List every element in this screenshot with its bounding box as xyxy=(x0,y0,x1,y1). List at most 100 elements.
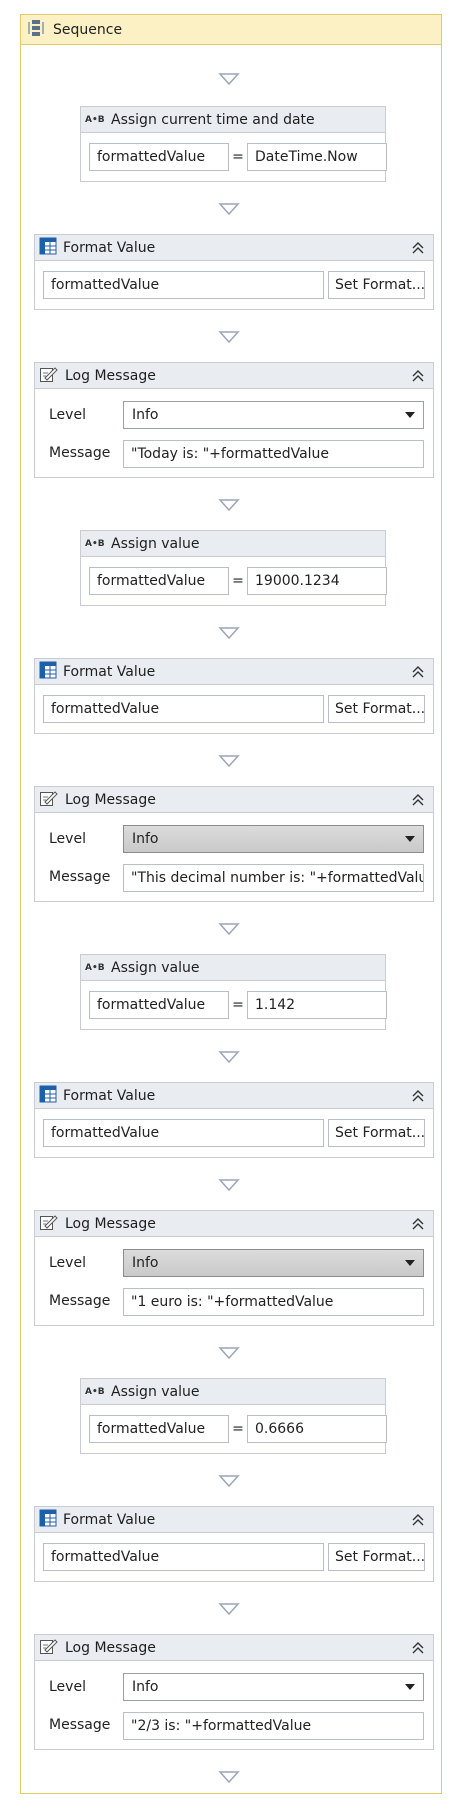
set-format-button[interactable]: Set Format... xyxy=(328,695,425,723)
collapse-chevron-icon[interactable] xyxy=(411,792,425,808)
assign-value-field[interactable]: 1.142 xyxy=(247,991,387,1019)
log-message-activity[interactable]: Log Message Level Info Message "Today is: "+… xyxy=(34,362,434,478)
collapse-chevron-icon[interactable] xyxy=(411,368,425,384)
assign-activity[interactable]: A•B Assign value formattedValue = 1.142 xyxy=(80,954,387,1030)
message-field[interactable]: "Today is: "+formattedValue xyxy=(123,440,424,468)
drop-arrow-icon[interactable] xyxy=(218,626,240,640)
drop-arrow-icon[interactable] xyxy=(218,1050,240,1064)
log-message-activity[interactable]: Log Message Level Info Message "1 euro is: "… xyxy=(34,1210,434,1326)
assign-value-field[interactable]: 0.6666 xyxy=(247,1415,387,1443)
svg-text:A•B: A•B xyxy=(85,1387,105,1396)
level-value: Info xyxy=(132,831,159,847)
level-dropdown[interactable]: Info xyxy=(123,1249,424,1277)
message-field[interactable]: "This decimal number is: "+formattedValu… xyxy=(123,864,424,892)
collapse-chevron-icon[interactable] xyxy=(411,1640,425,1656)
format-value-activity[interactable]: Format Value formattedValue Set Format... xyxy=(34,658,434,734)
activity-header[interactable]: A•B Assign value xyxy=(81,1379,385,1405)
drop-arrow-icon[interactable] xyxy=(218,1474,240,1488)
chevron-down-icon xyxy=(405,412,415,418)
collapse-chevron-icon[interactable] xyxy=(411,1088,425,1104)
drop-arrow-icon[interactable] xyxy=(218,202,240,216)
activity-title: Format Value xyxy=(63,1511,156,1528)
assign-to-field[interactable]: formattedValue xyxy=(89,1415,229,1443)
assign-value-field[interactable]: 19000.1234 xyxy=(247,567,387,595)
collapse-chevron-icon[interactable] xyxy=(411,1216,425,1232)
activity-header[interactable]: A•B Assign value xyxy=(81,955,385,981)
assign-to-field[interactable]: formattedValue xyxy=(89,991,229,1019)
drop-arrow-icon[interactable] xyxy=(218,1346,240,1360)
activity-header[interactable]: Log Message xyxy=(35,363,433,389)
collapse-chevron-icon[interactable] xyxy=(411,240,425,256)
message-field[interactable]: "2/3 is: "+formattedValue xyxy=(123,1712,424,1740)
assign-ab-icon: A•B xyxy=(85,536,105,552)
level-label: Level xyxy=(49,831,86,847)
assign-to-field[interactable]: formattedValue xyxy=(89,143,229,171)
sequence-title: Sequence xyxy=(53,21,123,38)
activity-header[interactable]: Format Value xyxy=(35,235,433,261)
message-label: Message xyxy=(49,1717,111,1733)
assign-value-field[interactable]: DateTime.Now xyxy=(247,143,387,171)
activity-title: Format Value xyxy=(63,663,156,680)
level-dropdown[interactable]: Info xyxy=(123,1673,424,1701)
collapse-chevron-icon[interactable] xyxy=(411,664,425,680)
equals-sign: = xyxy=(232,1421,244,1437)
assign-ab-icon: A•B xyxy=(85,960,105,976)
activity-header[interactable]: Log Message xyxy=(35,787,433,813)
assign-to-field[interactable]: formattedValue xyxy=(89,567,229,595)
activity-header[interactable]: A•B Assign value xyxy=(81,531,385,557)
assign-activity[interactable]: A•B Assign value formattedValue = 19000.1234 xyxy=(80,530,387,606)
level-value: Info xyxy=(132,1679,159,1695)
message-field[interactable]: "1 euro is: "+formattedValue xyxy=(123,1288,424,1316)
level-dropdown[interactable]: Info xyxy=(123,401,424,429)
set-format-button[interactable]: Set Format... xyxy=(328,1543,425,1571)
activity-header[interactable]: Format Value xyxy=(35,1083,433,1109)
level-label: Level xyxy=(49,1255,86,1271)
activity-header[interactable]: Format Value xyxy=(35,659,433,685)
activity-header[interactable]: A•B Assign current time and date xyxy=(81,107,385,133)
set-format-button[interactable]: Set Format... xyxy=(328,271,425,299)
format-value-activity[interactable]: Format Value formattedValue Set Format... xyxy=(34,1506,434,1582)
set-format-button[interactable]: Set Format... xyxy=(328,1119,425,1147)
level-label: Level xyxy=(49,407,86,423)
drop-arrow-icon[interactable] xyxy=(218,72,240,86)
variable-field[interactable]: formattedValue xyxy=(43,271,324,299)
variable-field[interactable]: formattedValue xyxy=(43,695,324,723)
format-value-activity[interactable]: Format Value formattedValue Set Format... xyxy=(34,234,434,310)
activity-title: Assign value xyxy=(111,959,200,976)
drop-arrow-icon[interactable] xyxy=(218,498,240,512)
assign-activity[interactable]: A•B Assign value formattedValue = 0.6666 xyxy=(80,1378,387,1454)
chevron-down-icon xyxy=(405,1260,415,1266)
format-value-grid-icon xyxy=(39,1509,57,1531)
message-label: Message xyxy=(49,869,111,885)
activity-title: Log Message xyxy=(65,367,156,384)
log-message-activity[interactable]: Log Message Level Info Message "2/3 is: "+fo… xyxy=(34,1634,434,1750)
activity-title: Format Value xyxy=(63,239,156,256)
drop-arrow-icon[interactable] xyxy=(218,754,240,768)
drop-arrow-icon[interactable] xyxy=(218,922,240,936)
drop-arrow-icon[interactable] xyxy=(218,330,240,344)
drop-arrow-icon[interactable] xyxy=(218,1602,240,1616)
format-value-grid-icon xyxy=(39,661,57,683)
sequence-header[interactable]: Sequence xyxy=(21,15,441,45)
collapse-chevron-icon[interactable] xyxy=(411,1512,425,1528)
format-value-activity[interactable]: Format Value formattedValue Set Format... xyxy=(34,1082,434,1158)
equals-sign: = xyxy=(232,573,244,589)
log-message-activity[interactable]: Log Message Level Info Message "This decimal… xyxy=(34,786,434,902)
log-message-icon xyxy=(39,1213,59,1235)
variable-field[interactable]: formattedValue xyxy=(43,1543,324,1571)
activity-header[interactable]: Log Message xyxy=(35,1211,433,1237)
drop-arrow-icon[interactable] xyxy=(218,1770,240,1784)
activity-header[interactable]: Log Message xyxy=(35,1635,433,1661)
svg-text:A•B: A•B xyxy=(85,539,105,548)
assign-activity[interactable]: A•B Assign current time and date formatted… xyxy=(80,106,387,182)
drop-arrow-icon[interactable] xyxy=(218,1178,240,1192)
variable-field[interactable]: formattedValue xyxy=(43,1119,324,1147)
chevron-down-icon xyxy=(405,836,415,842)
assign-ab-icon: A•B xyxy=(85,112,105,128)
svg-text:A•B: A•B xyxy=(85,115,105,124)
activity-title: Assign value xyxy=(111,535,200,552)
level-dropdown[interactable]: Info xyxy=(123,825,424,853)
activity-title: Format Value xyxy=(63,1087,156,1104)
activity-header[interactable]: Format Value xyxy=(35,1507,433,1533)
message-label: Message xyxy=(49,445,111,461)
